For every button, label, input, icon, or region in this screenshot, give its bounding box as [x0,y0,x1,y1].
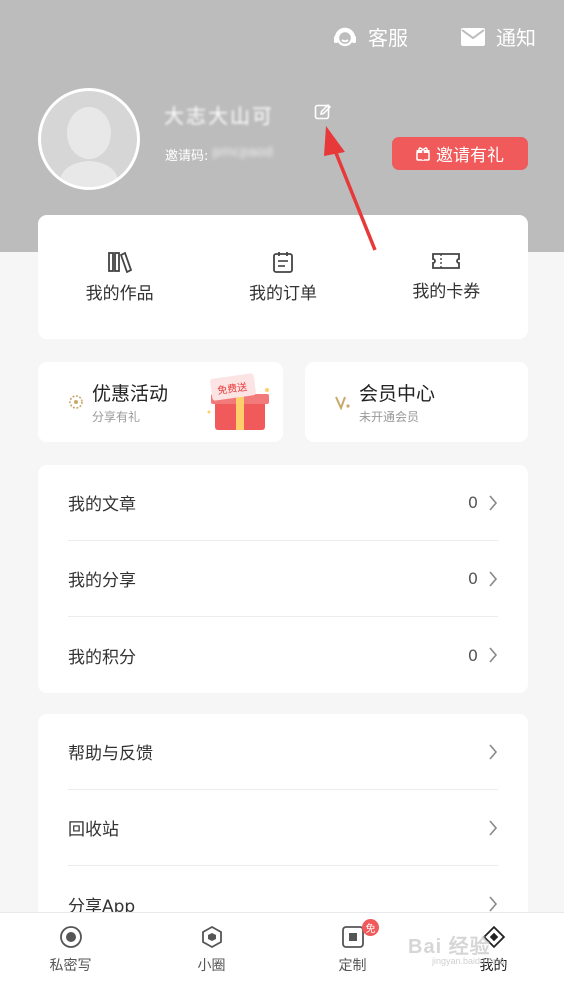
chevron-right-icon [489,494,498,511]
my-coupons-label: 我的卡券 [412,282,481,302]
membership-title: 会员中心 [359,383,436,405]
my-works-link[interactable]: 我的作品 [38,215,201,339]
membership-card[interactable]: 会员中心 未开通会员 [305,362,528,442]
baidu-watermark-url: jingyan.baidu.com [432,956,505,966]
top-actions: 客服 通知 [332,22,536,51]
recycle-bin-row[interactable]: 回收站 [68,790,498,866]
my-points-count: 0 [467,645,478,665]
chevron-right-icon [489,896,498,912]
my-points-row[interactable]: 我的积分 0 [68,617,498,693]
notification-label: 通知 [496,26,536,50]
gift-icon [416,146,430,161]
my-shares-row[interactable]: 我的分享 0 [68,541,498,617]
books-icon [107,251,132,273]
square-icon [341,926,364,948]
chevron-right-icon [489,647,498,663]
invite-code: 邀请码: pmcpaod [165,145,273,164]
invite-code-label: 邀请码: [165,149,209,164]
my-articles-row[interactable]: 我的文章 0 [68,465,498,541]
chevron-right-icon [489,743,498,760]
invite-gift-label: 邀请有礼 [436,146,504,166]
avatar[interactable] [38,88,140,190]
tab-circle-label: 小圈 [197,958,226,974]
clipboard-icon [273,252,293,273]
my-orders-label: 我的订单 [248,284,317,304]
quick-links-card: 我的作品 我的订单 我的卡券 [38,215,528,339]
badge-icon [69,395,83,409]
customer-service-label: 客服 [368,26,408,50]
default-avatar-icon [59,107,119,187]
my-coupons-link[interactable]: 我的卡券 [365,215,528,339]
gift-box-image: 免费送 [207,373,269,430]
my-articles-label: 我的文章 [68,495,136,515]
my-works-label: 我的作品 [85,284,154,304]
my-shares-label: 我的分享 [68,571,136,591]
free-badge: 免 [362,919,379,936]
chevron-right-icon [489,570,498,587]
mail-icon [461,27,485,46]
invite-gift-button[interactable]: 邀请有礼 [392,137,528,170]
my-shares-count: 0 [467,569,478,588]
settings-list: 帮助与反馈 回收站 分享App [38,714,528,924]
tab-custom[interactable]: 免 定制 [282,913,423,983]
tab-circle[interactable]: 小圈 [141,913,282,983]
username: 大志大山可 [164,104,274,128]
hexagon-icon [201,925,222,949]
record-icon [59,926,82,948]
promotions-subtitle: 分享有礼 [92,410,141,424]
tab-private-write[interactable]: 私密写 [0,913,141,983]
edit-icon[interactable] [314,103,332,121]
recycle-bin-label: 回收站 [68,820,119,840]
my-orders-link[interactable]: 我的订单 [201,215,364,339]
my-points-label: 我的积分 [68,647,136,668]
ticket-icon [432,253,461,269]
vip-icon [335,396,350,410]
stats-list: 我的文章 0 我的分享 0 我的积分 0 [38,465,528,693]
notification-button[interactable]: 通知 [460,22,536,51]
my-articles-count: 0 [467,493,478,512]
membership-subtitle: 未开通会员 [359,410,420,424]
customer-service-button[interactable]: 客服 [332,22,408,51]
tab-private-write-label: 私密写 [49,958,92,974]
baidu-watermark: Bai 经验 [408,936,491,958]
promotions-title: 优惠活动 [92,383,169,405]
chevron-right-icon [489,819,498,836]
invite-code-value: pmcpaod [212,145,273,160]
headset-icon [334,27,356,46]
help-feedback-label: 帮助与反馈 [68,744,153,764]
promotions-card[interactable]: 优惠活动 分享有礼 免费送 [38,362,283,442]
tab-custom-label: 定制 [338,958,367,974]
help-feedback-row[interactable]: 帮助与反馈 [68,714,498,790]
